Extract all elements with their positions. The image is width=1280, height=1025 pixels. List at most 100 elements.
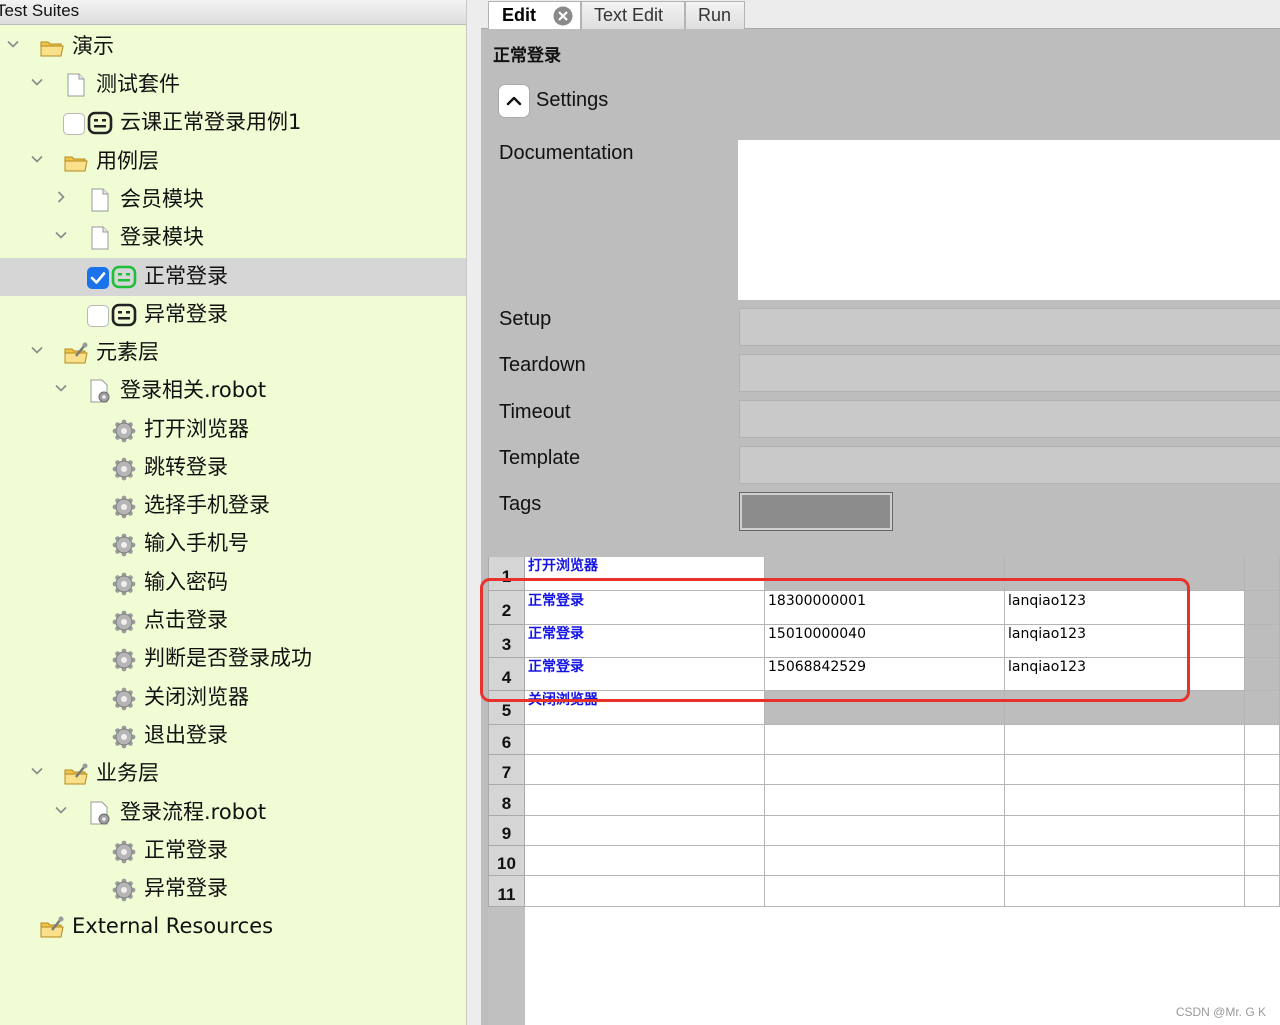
- row-number[interactable]: 7: [488, 755, 525, 785]
- grid-cell[interactable]: [765, 816, 1005, 846]
- row-number[interactable]: 11: [488, 876, 525, 907]
- keyword-gear-icon: [111, 723, 137, 749]
- grid-cell[interactable]: [1245, 691, 1280, 725]
- tree-item[interactable]: 演示: [0, 28, 466, 66]
- keyword-gear-icon: [111, 493, 137, 519]
- chevron-down-icon[interactable]: [31, 344, 43, 356]
- tree-item-label: 输入手机号: [144, 531, 249, 555]
- tree-item[interactable]: 输入密码: [0, 564, 466, 602]
- chevron-down-icon[interactable]: [31, 765, 43, 777]
- tags-field[interactable]: [739, 492, 893, 531]
- tree-item[interactable]: 打开浏览器: [0, 411, 466, 449]
- tab-run[interactable]: Run: [685, 1, 745, 29]
- grid-cell[interactable]: [765, 755, 1005, 785]
- editor-title: 正常登录: [493, 46, 561, 66]
- grid-cell[interactable]: [525, 785, 765, 816]
- grid-cell[interactable]: [1245, 876, 1280, 907]
- test-checkbox[interactable]: [63, 113, 85, 135]
- grid-empty-area: [525, 907, 1280, 1025]
- tree-item[interactable]: 登录流程.robot: [0, 794, 466, 832]
- timeout-label: Timeout: [499, 401, 571, 423]
- grid-cell[interactable]: [1245, 755, 1280, 785]
- annotation-highlight-box: [480, 578, 1190, 702]
- settings-label: Settings: [536, 89, 609, 111]
- tab-text-edit[interactable]: Text Edit: [581, 1, 685, 29]
- tree-item[interactable]: 异常登录: [0, 296, 466, 334]
- grid-cell[interactable]: [765, 846, 1005, 876]
- row-number[interactable]: 9: [488, 816, 525, 846]
- tree-item[interactable]: 退出登录: [0, 717, 466, 755]
- grid-cell[interactable]: [1005, 755, 1245, 785]
- robot-icon: [111, 302, 137, 328]
- tree-item[interactable]: External Resources: [0, 908, 466, 946]
- tree-item[interactable]: 选择手机登录: [0, 487, 466, 525]
- tree-item[interactable]: 正常登录: [0, 832, 466, 870]
- tree-item-label: 元素层: [96, 340, 159, 364]
- tree-item[interactable]: 登录模块: [0, 219, 466, 257]
- robot-icon: [87, 110, 113, 136]
- row-number[interactable]: 10: [488, 846, 525, 876]
- chevron-down-icon[interactable]: [7, 38, 19, 50]
- chevron-down-icon[interactable]: [31, 76, 43, 88]
- chevron-down-icon[interactable]: [31, 153, 43, 165]
- keyword-gear-icon: [111, 531, 137, 557]
- grid-cell[interactable]: [525, 846, 765, 876]
- grid-cell[interactable]: [1245, 625, 1280, 658]
- chevron-down-icon[interactable]: [55, 382, 67, 394]
- tree-item[interactable]: 业务层: [0, 755, 466, 793]
- grid-cell[interactable]: [765, 725, 1005, 755]
- grid-cell[interactable]: [1245, 557, 1280, 591]
- documentation-field[interactable]: [738, 140, 1280, 300]
- settings-collapse-button[interactable]: [498, 84, 530, 118]
- teardown-field[interactable]: [739, 354, 1280, 392]
- tree-item[interactable]: 测试套件: [0, 66, 466, 104]
- grid-cell[interactable]: [1245, 658, 1280, 691]
- timeout-field[interactable]: [739, 400, 1280, 438]
- tree-item-label: 登录相关.robot: [120, 378, 267, 402]
- grid-cell[interactable]: [1245, 816, 1280, 846]
- grid-cell[interactable]: [525, 816, 765, 846]
- grid-cell[interactable]: [765, 876, 1005, 907]
- tab-edit[interactable]: Edit: [488, 1, 581, 29]
- tree-item[interactable]: 关闭浏览器: [0, 679, 466, 717]
- grid-cell[interactable]: [1245, 725, 1280, 755]
- grid-cell[interactable]: [525, 755, 765, 785]
- grid-cell[interactable]: [525, 725, 765, 755]
- grid-cell[interactable]: [1005, 725, 1245, 755]
- tree-item[interactable]: 用例层: [0, 143, 466, 181]
- tree-item[interactable]: 登录相关.robot: [0, 372, 466, 410]
- test-checkbox[interactable]: [87, 267, 109, 289]
- grid-cell[interactable]: [1005, 816, 1245, 846]
- tree-item[interactable]: 跳转登录: [0, 449, 466, 487]
- test-suites-tree: Test Suites 演示 测试套件 云课正常登录用例1 用例层 会员模块 登录模块 正常…: [0, 0, 467, 1025]
- chevron-down-icon[interactable]: [55, 229, 67, 241]
- keyword-gear-icon: [111, 455, 137, 481]
- row-number[interactable]: 6: [488, 725, 525, 755]
- grid-cell[interactable]: [525, 876, 765, 907]
- row-number[interactable]: 8: [488, 785, 525, 816]
- tree-item-label: 退出登录: [144, 723, 228, 747]
- grid-cell[interactable]: [1245, 591, 1280, 625]
- tree-item[interactable]: 元素层: [0, 334, 466, 372]
- tree-item[interactable]: 云课正常登录用例1: [0, 104, 466, 142]
- tree-item-label: 用例层: [96, 149, 159, 173]
- setup-field[interactable]: [739, 308, 1280, 346]
- tree-item[interactable]: 会员模块: [0, 181, 466, 219]
- grid-cell[interactable]: [1005, 785, 1245, 816]
- chevron-down-icon[interactable]: [55, 804, 67, 816]
- tree-item[interactable]: 判断是否登录成功: [0, 640, 466, 678]
- chevron-right-icon[interactable]: [55, 191, 67, 203]
- tree-item[interactable]: 输入手机号: [0, 525, 466, 563]
- close-tab-icon[interactable]: [553, 6, 573, 26]
- tree-item[interactable]: 异常登录: [0, 870, 466, 908]
- tree-item[interactable]: 点击登录: [0, 602, 466, 640]
- grid-cell[interactable]: [1245, 846, 1280, 876]
- grid-cell[interactable]: [1245, 785, 1280, 816]
- grid-cell[interactable]: [1005, 846, 1245, 876]
- grid-cell[interactable]: [1005, 876, 1245, 907]
- test-checkbox[interactable]: [87, 305, 109, 327]
- template-field[interactable]: [739, 446, 1280, 484]
- grid-cell[interactable]: [765, 785, 1005, 816]
- tree-item[interactable]: 正常登录: [0, 258, 466, 296]
- chevron-up-icon: [506, 96, 522, 106]
